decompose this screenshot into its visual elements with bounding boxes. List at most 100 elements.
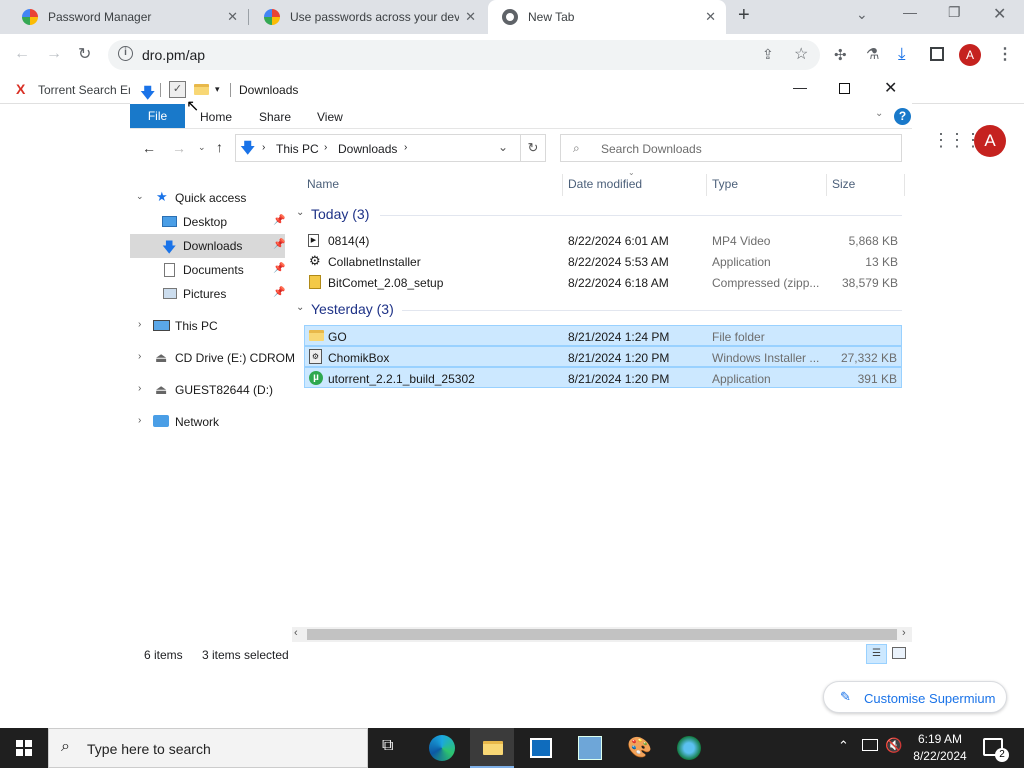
side-panel-icon[interactable] (930, 47, 944, 61)
file-row-selected[interactable]: ⚙ ChomikBox 8/21/2024 1:20 PM Windows In… (304, 346, 902, 367)
file-row[interactable]: BitComet_2.08_setup 8/22/2024 6:18 AM Co… (304, 272, 902, 293)
ntp-profile-avatar[interactable]: A (974, 125, 1006, 157)
menu-icon[interactable]: ⋮ (997, 44, 1013, 64)
restore-icon[interactable]: ❐ (948, 4, 961, 21)
column-size[interactable]: Size (832, 177, 855, 191)
globe-app-icon[interactable] (677, 736, 701, 760)
scroll-right-icon[interactable]: › (902, 627, 906, 639)
scrollbar-thumb[interactable] (307, 629, 897, 640)
pin-icon[interactable]: 📌 (273, 287, 285, 298)
ribbon-tab-view[interactable]: View (317, 110, 343, 124)
up-icon[interactable]: ↑ (216, 139, 223, 155)
nav-quick-access[interactable]: ⌄ ★ Quick access (130, 186, 285, 210)
expand-icon[interactable]: ⌄ (136, 191, 144, 202)
taskbar-search-box[interactable]: ⌕ Type here to search (48, 728, 368, 768)
collapse-icon[interactable]: › (138, 319, 141, 330)
network-tray-icon[interactable] (862, 739, 878, 751)
nav-documents[interactable]: Documents 📌 (130, 258, 285, 282)
tray-overflow-icon[interactable]: ⌃ (838, 738, 849, 754)
edge-icon[interactable] (429, 735, 455, 761)
column-divider[interactable] (706, 174, 707, 196)
downloads-icon[interactable]: ⤓ (898, 44, 906, 64)
close-tab-icon[interactable]: ✕ (465, 9, 476, 25)
collapse-icon[interactable]: › (138, 383, 141, 394)
file-explorer-taskbar-button[interactable] (470, 728, 514, 768)
address-dropdown-icon[interactable]: ⌄ (498, 140, 508, 154)
ribbon-tab-share[interactable]: Share (259, 110, 291, 124)
explorer-refresh-icon[interactable]: ↻ (520, 134, 546, 162)
qat-properties-icon[interactable]: ✓ (169, 81, 186, 98)
back-icon[interactable]: ← (14, 45, 30, 63)
horizontal-scrollbar[interactable]: ‹ › (292, 627, 912, 642)
nav-desktop[interactable]: Desktop 📌 (130, 210, 285, 234)
clock-date[interactable]: 8/22/2024 (908, 749, 972, 763)
breadcrumb-downloads[interactable]: Downloads (338, 142, 397, 156)
group-collapse-icon[interactable]: ⌄ (296, 302, 304, 313)
share-icon[interactable]: ⇪ (762, 46, 774, 63)
breadcrumb-chevron-icon[interactable]: › (324, 142, 327, 153)
clock-time[interactable]: 6:19 AM (908, 732, 972, 746)
task-view-icon[interactable]: ⧉ (382, 737, 393, 755)
app-window-icon[interactable] (530, 738, 552, 758)
collapse-icon[interactable]: › (138, 415, 141, 426)
nav-guest-drive[interactable]: › ⏏ GUEST82644 (D:) (130, 378, 290, 402)
nav-network[interactable]: › Network (130, 410, 290, 434)
pin-icon[interactable]: 📌 (273, 263, 285, 274)
column-date[interactable]: Date modified (568, 177, 642, 191)
tab-new-tab[interactable]: New Tab ✕ (488, 0, 726, 34)
file-row[interactable]: ⚙ CollabnetInstaller 8/22/2024 5:53 AM A… (304, 251, 902, 272)
profile-avatar[interactable]: A (959, 44, 981, 66)
ribbon-tab-home[interactable]: Home (200, 110, 232, 124)
close-window-icon[interactable]: ✕ (993, 4, 1006, 24)
explorer-close-icon[interactable]: ✕ (884, 78, 897, 98)
file-row[interactable]: ▶ 0814(4) 8/22/2024 6:01 AM MP4 Video 5,… (304, 230, 902, 251)
bookmark-star-icon[interactable]: ☆ (794, 44, 808, 64)
explorer-forward-icon[interactable]: → (172, 140, 186, 156)
breadcrumb-this-pc[interactable]: This PC (276, 142, 319, 156)
reload-icon[interactable]: ↻ (78, 44, 91, 64)
nav-downloads[interactable]: 🡇 Downloads 📌 (130, 234, 285, 258)
group-header-today[interactable]: Today (3) (311, 206, 369, 222)
qat-new-folder-icon[interactable] (194, 84, 209, 95)
extensions-icon[interactable]: ✣ (834, 46, 847, 64)
pin-icon[interactable]: 📌 (273, 215, 285, 226)
windows-start-icon[interactable] (16, 740, 32, 756)
breadcrumb-chevron-icon[interactable]: › (404, 142, 407, 153)
pin-icon[interactable]: 📌 (273, 239, 285, 250)
paint-icon[interactable]: 🎨 (627, 735, 652, 760)
tab-password-manager[interactable]: Password Manager ✕ (8, 0, 248, 34)
scroll-left-icon[interactable]: ‹ (294, 627, 298, 639)
nav-pictures[interactable]: Pictures 📌 (130, 282, 285, 306)
column-divider[interactable] (904, 174, 905, 196)
new-tab-button[interactable]: + (738, 4, 750, 27)
address-bar[interactable]: i dro.pm/ap ⇪ ☆ (108, 40, 820, 70)
bookmark-torrent-search[interactable]: Torrent Search En (38, 83, 130, 97)
explorer-address-bar[interactable]: 🡇 › This PC › Downloads › ⌄ (235, 134, 546, 162)
collapse-icon[interactable]: › (138, 351, 141, 362)
forward-icon[interactable]: → (46, 45, 62, 63)
breadcrumb-chevron-icon[interactable]: › (262, 142, 265, 153)
server-manager-icon[interactable] (578, 736, 602, 760)
file-row-selected[interactable]: µ utorrent_2.2.1_build_25302 8/21/2024 1… (304, 367, 902, 388)
labs-icon[interactable]: ⚗ (866, 45, 879, 63)
column-divider[interactable] (562, 174, 563, 196)
explorer-minimize-icon[interactable]: — (793, 79, 807, 95)
site-info-icon[interactable]: i (118, 46, 133, 61)
column-divider[interactable] (826, 174, 827, 196)
tab-search-icon[interactable]: ⌄ (856, 6, 868, 23)
explorer-back-icon[interactable]: ← (142, 140, 156, 156)
address-text[interactable]: dro.pm/ap (142, 47, 205, 63)
group-collapse-icon[interactable]: ⌄ (296, 207, 304, 218)
minimize-icon[interactable]: — (903, 4, 917, 20)
explorer-maximize-icon[interactable] (839, 83, 850, 94)
help-icon[interactable]: ? (894, 108, 911, 125)
file-row-selected[interactable]: GO 8/21/2024 1:24 PM File folder (304, 325, 902, 346)
recent-locations-icon[interactable]: ⌄ (198, 142, 206, 153)
volume-muted-icon[interactable]: 🔇 (885, 737, 902, 754)
close-tab-icon[interactable]: ✕ (705, 9, 716, 25)
tab-use-passwords[interactable]: Use passwords across your devi ✕ (250, 0, 486, 34)
close-tab-icon[interactable]: ✕ (227, 9, 238, 25)
large-icons-view-icon[interactable] (892, 647, 906, 659)
google-apps-icon[interactable]: ⋮⋮⋮ (932, 130, 982, 151)
details-view-icon[interactable]: ☰ (866, 644, 887, 664)
